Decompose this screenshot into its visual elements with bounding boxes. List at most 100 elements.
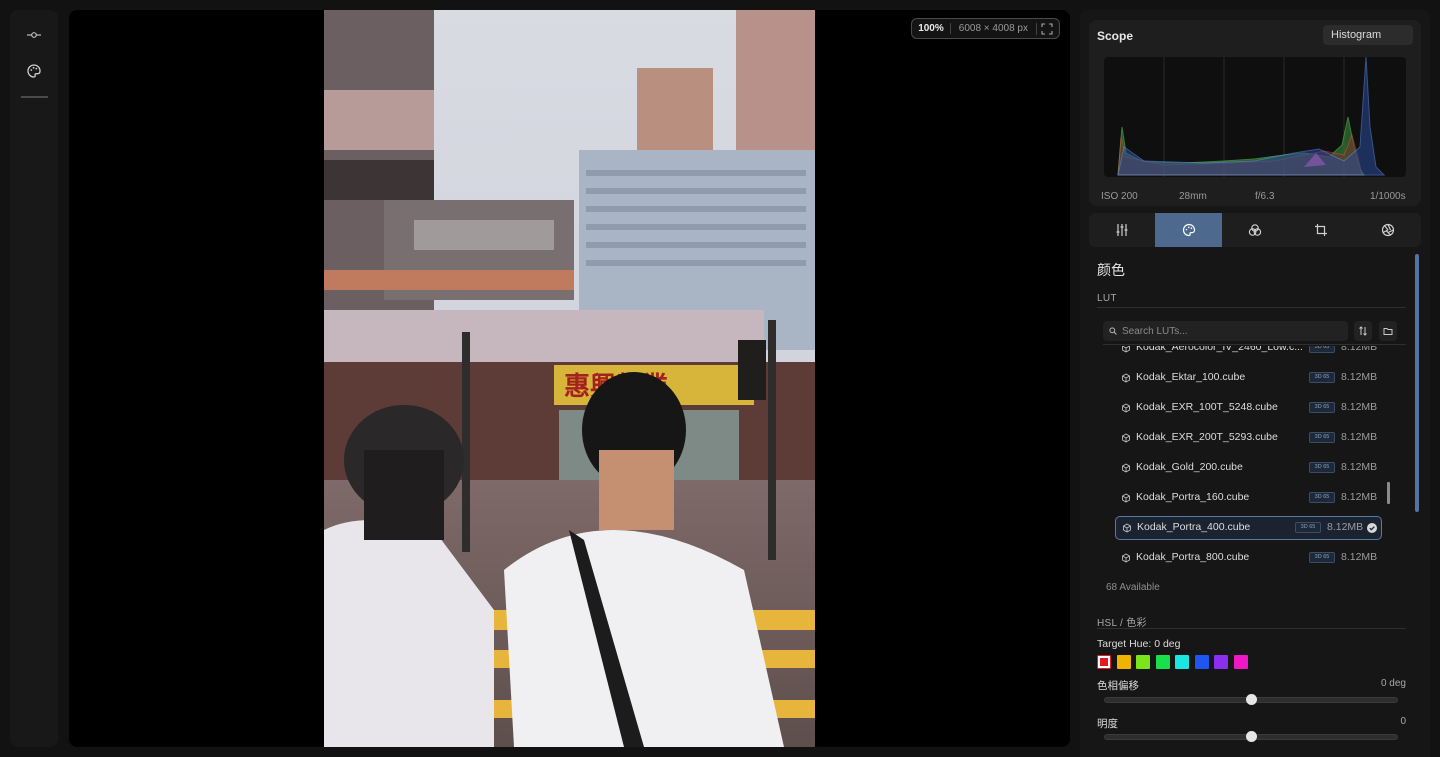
lightness-value: 0 (1400, 716, 1406, 727)
exif-focal: 28mm (1179, 191, 1207, 202)
cube-icon (1122, 523, 1132, 533)
lut-item-name: Kodak_Portra_160.cube (1136, 491, 1250, 503)
panel-scrollbar[interactable] (1415, 254, 1419, 512)
hue-shift-value: 0 deg (1380, 678, 1406, 689)
lut-item[interactable]: Kodak_Gold_200.cube 3D 65 8.12MB (1100, 456, 1390, 480)
lut-item-badge: 3D 65 (1295, 522, 1321, 533)
folder-icon (1383, 326, 1393, 336)
lightness-slider-knob[interactable] (1245, 731, 1257, 742)
search-icon (1109, 327, 1117, 335)
hue-swatches (1097, 655, 1253, 669)
lut-item-badge: 3D 65 (1309, 402, 1335, 413)
commit-icon[interactable] (24, 25, 44, 45)
photo-preview: 惠興物業 (324, 10, 815, 747)
lut-item-badge: 3D 65 (1309, 346, 1335, 353)
lut-item-size: 8.12MB (1341, 371, 1378, 383)
lut-item-badge: 3D 65 (1309, 372, 1335, 383)
hsl-divider (1097, 628, 1406, 629)
hue-swatch[interactable] (1233, 655, 1248, 669)
hue-swatch[interactable] (1136, 655, 1150, 669)
cube-icon (1121, 553, 1131, 563)
tab-mixer[interactable] (1222, 213, 1288, 247)
zoom-info-bar: 100% 6008 × 4008 px (911, 18, 1060, 39)
lut-item-size: 8.12MB (1341, 401, 1378, 413)
lut-item-name: Kodak_Ektar_100.cube (1136, 371, 1246, 383)
hue-shift-slider[interactable] (1104, 694, 1398, 705)
check-icon (1367, 523, 1377, 533)
lut-item-name: Kodak_Aerocolor_IV_2460_Low.c... (1136, 346, 1303, 353)
exif-shutter: 1/1000s (1370, 191, 1406, 202)
zoom-level[interactable]: 100% (918, 23, 951, 34)
target-hue-label: Target Hue: 0 deg (1097, 638, 1181, 650)
lut-item[interactable]: Kodak_Ektar_100.cube 3D 65 8.12MB (1100, 366, 1390, 390)
lut-list-scrollbar[interactable] (1387, 482, 1390, 504)
hue-swatch[interactable] (1194, 655, 1209, 669)
lut-item-size: 8.12MB (1341, 346, 1378, 353)
lut-available-count: 68 Available (1106, 582, 1160, 593)
lut-list-top-border (1103, 344, 1406, 345)
lut-item-selected[interactable]: Kodak_Portra_400.cube 3D 65 8.12MB (1115, 516, 1382, 540)
lut-item[interactable]: Kodak_Portra_800.cube 3D 65 8.12MB (1100, 546, 1390, 570)
sort-button[interactable] (1354, 321, 1372, 341)
lut-item-size: 8.12MB (1341, 551, 1378, 563)
cube-icon (1121, 463, 1131, 473)
lut-item-name: Kodak_EXR_200T_5293.cube (1136, 431, 1278, 443)
lightness-slider[interactable] (1104, 731, 1398, 742)
cube-icon (1121, 433, 1131, 443)
hsl-label: HSL / 色彩 (1097, 618, 1147, 629)
panel-tabs (1089, 213, 1421, 247)
lut-item-size: 8.12MB (1341, 491, 1378, 503)
hue-swatch[interactable] (1214, 655, 1228, 669)
tab-crop[interactable] (1288, 213, 1354, 247)
aperture-icon (1381, 223, 1395, 237)
histogram-mode-button[interactable]: Histogram (1323, 25, 1413, 45)
histogram-chart (1104, 57, 1406, 177)
cube-icon (1121, 346, 1131, 353)
hue-swatch[interactable] (1155, 655, 1170, 669)
lut-item[interactable]: Kodak_EXR_200T_5293.cube 3D 65 8.12MB (1100, 426, 1390, 450)
hue-swatch[interactable] (1116, 655, 1131, 669)
tab-basic[interactable] (1089, 213, 1155, 247)
exif-iso: ISO 200 (1101, 191, 1138, 202)
lut-item-badge: 3D 65 (1309, 462, 1335, 473)
lut-item-badge: 3D 65 (1309, 432, 1335, 443)
lut-item-badge: 3D 65 (1309, 492, 1335, 503)
lut-item-name: Kodak_EXR_100T_5248.cube (1136, 401, 1278, 413)
hue-swatch[interactable] (1175, 655, 1189, 669)
lightness-label: 明度 (1097, 718, 1118, 730)
lut-item-name: Kodak_Portra_400.cube (1137, 521, 1251, 533)
hue-shift-label: 色相偏移 (1097, 680, 1139, 692)
lut-item-size: 8.12MB (1341, 431, 1378, 443)
image-canvas[interactable]: 惠興物業 100% 6008 × 4008 px (69, 10, 1070, 747)
scope-title: Scope (1097, 29, 1134, 43)
sliders-icon (1115, 223, 1129, 237)
lut-search-placeholder: Search LUTs... (1122, 325, 1188, 337)
lut-item[interactable]: Kodak_EXR_100T_5248.cube 3D 65 8.12MB (1100, 396, 1390, 420)
lut-list[interactable]: Kodak_Aerocolor_IV_2460_Low.c... 3D 65 8.1… (1100, 346, 1390, 580)
open-folder-button[interactable] (1379, 321, 1397, 341)
cube-icon (1121, 403, 1131, 413)
lut-item-badge: 3D 65 (1309, 552, 1335, 563)
adjustments-panel: Scope Histogram ISO 200 28mm f/6.3 1/100… (1080, 10, 1430, 757)
image-dimensions: 6008 × 4008 px (958, 23, 1028, 34)
rail-divider (21, 96, 48, 98)
section-title: 颜色 (1097, 262, 1125, 278)
lut-divider (1097, 307, 1406, 308)
color-circles-icon (1248, 223, 1262, 237)
exif-aperture: f/6.3 (1255, 191, 1275, 202)
palette-icon (1182, 223, 1196, 237)
hue-swatch[interactable] (1097, 655, 1111, 669)
lut-item-size: 8.12MB (1327, 521, 1364, 533)
lut-item[interactable]: Kodak_Aerocolor_IV_2460_Low.c... 3D 65 8.1… (1100, 346, 1390, 360)
lut-item-size: 8.12MB (1341, 461, 1378, 473)
tab-effects[interactable] (1355, 213, 1421, 247)
fullscreen-icon[interactable] (1036, 22, 1053, 35)
hue-shift-slider-knob[interactable] (1245, 694, 1257, 705)
scope-panel: Scope Histogram ISO 200 28mm f/6.3 1/100… (1089, 20, 1421, 206)
lut-item[interactable]: Kodak_Portra_160.cube 3D 65 8.12MB (1100, 486, 1390, 510)
tab-color[interactable] (1155, 213, 1222, 247)
palette-icon[interactable] (24, 61, 44, 81)
left-toolbar (10, 10, 58, 747)
cube-icon (1121, 493, 1131, 503)
lut-search-input[interactable]: Search LUTs... (1103, 321, 1348, 341)
